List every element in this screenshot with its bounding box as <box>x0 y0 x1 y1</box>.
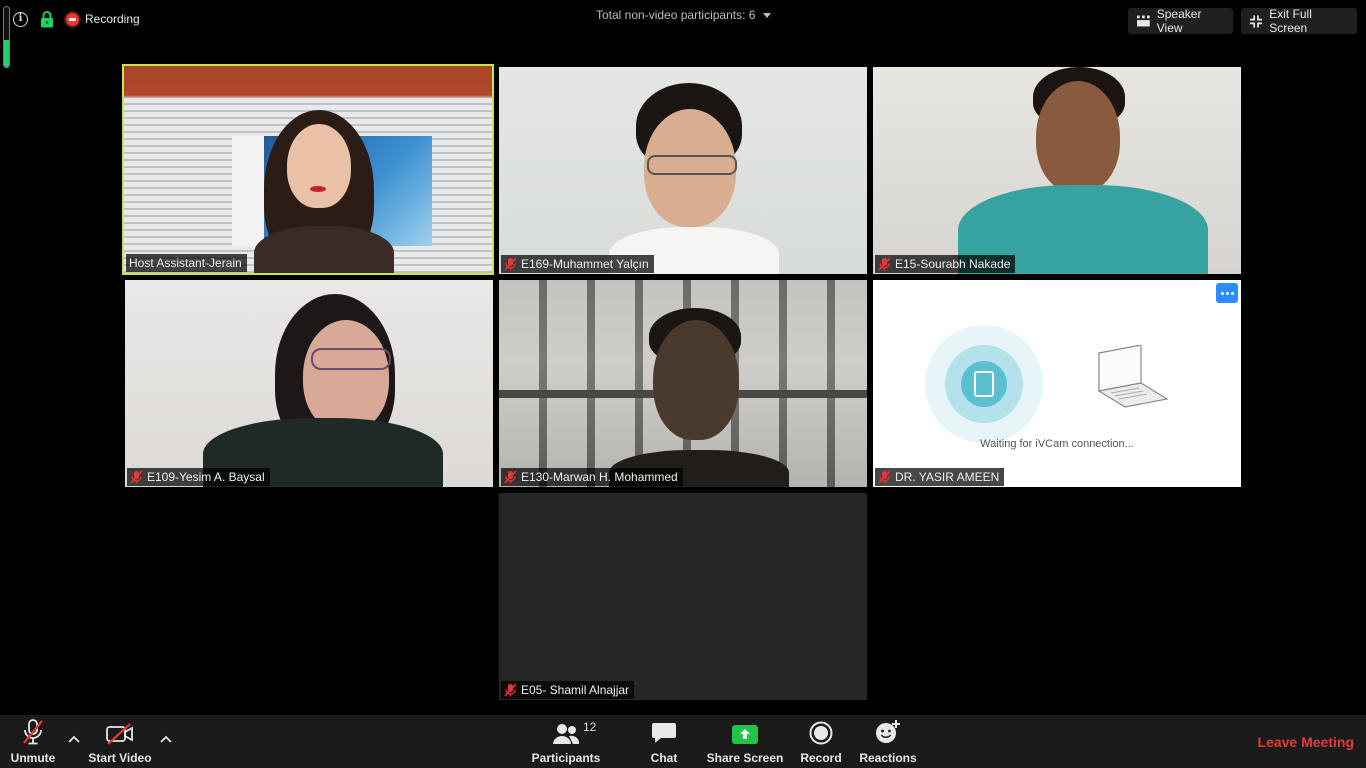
audio-options-chevron-up-icon[interactable] <box>65 731 83 749</box>
unmute-button[interactable]: Unmute <box>8 715 58 768</box>
audio-level-meter <box>3 6 10 68</box>
participant-name-tag: E169-Muhammet Yalçın <box>501 255 654 273</box>
video-tile[interactable]: E05- Shamil Alnajjar <box>499 493 867 700</box>
recording-label: Recording <box>85 12 140 26</box>
video-tile[interactable]: E169-Muhammet Yalçın <box>499 67 867 274</box>
participant-name-tag: Host Assistant-Jerain <box>126 254 247 272</box>
video-feed <box>125 280 493 487</box>
more-options-button[interactable] <box>1216 283 1238 303</box>
participant-name: Host Assistant-Jerain <box>129 256 242 270</box>
microphone-muted-icon <box>504 683 517 697</box>
video-feed <box>499 67 867 274</box>
exit-fullscreen-button[interactable]: Exit Full Screen <box>1241 7 1357 35</box>
reactions-label: Reactions <box>859 751 917 765</box>
chat-icon <box>651 715 677 747</box>
participants-count: 12 <box>583 720 597 734</box>
speaker-view-label: Speaker View <box>1156 7 1202 35</box>
participant-name-tag: E05- Shamil Alnajjar <box>501 681 635 699</box>
participant-name: E169-Muhammet Yalçın <box>521 257 649 271</box>
video-tile[interactable]: E15-Sourabh Nakade <box>873 67 1241 274</box>
reactions-icon <box>875 715 901 747</box>
audio-level-fill <box>4 40 9 67</box>
participant-name: E05- Shamil Alnajjar <box>521 683 630 697</box>
share-screen-icon <box>731 715 759 747</box>
microphone-muted-icon <box>22 715 44 747</box>
exit-fullscreen-icon <box>1250 14 1263 28</box>
participant-name-tag: E109-Yesim A. Baysal <box>127 468 270 486</box>
participant-name: E130-Marwan H. Mohammed <box>521 470 678 484</box>
chat-label: Chat <box>650 751 678 765</box>
microphone-muted-icon <box>878 257 891 271</box>
video-tile[interactable]: E109-Yesim A. Baysal <box>125 280 493 487</box>
phone-icon <box>974 371 994 397</box>
video-options-chevron-up-icon[interactable] <box>157 731 175 749</box>
meeting-toolbar: Unmute Start Video Participants 12 Chat … <box>0 715 1366 768</box>
leave-meeting-button[interactable]: Leave Meeting <box>1258 734 1354 750</box>
ivcam-waiting-text: Waiting for iVCam connection... <box>980 438 1134 450</box>
recording-icon <box>66 13 79 26</box>
start-video-button[interactable]: Start Video <box>88 715 152 768</box>
start-video-label: Start Video <box>88 751 152 765</box>
ivcam-waiting-screen: Waiting for iVCam connection... <box>873 280 1241 487</box>
participant-name-tag: E130-Marwan H. Mohammed <box>501 468 683 486</box>
video-feed <box>499 280 867 487</box>
exit-fullscreen-label: Exit Full Screen <box>1269 7 1312 35</box>
participant-name: E109-Yesim A. Baysal <box>147 470 265 484</box>
video-muted-icon <box>106 715 134 747</box>
share-screen-label: Share Screen <box>706 751 784 765</box>
video-feed <box>873 67 1241 274</box>
video-tile[interactable]: E130-Marwan H. Mohammed <box>499 280 867 487</box>
microphone-muted-icon <box>504 470 517 484</box>
participant-name: E15-Sourabh Nakade <box>895 257 1011 271</box>
microphone-muted-icon <box>878 470 891 484</box>
laptop-icon <box>1097 345 1169 408</box>
chevron-down-icon <box>763 12 772 18</box>
reactions-button[interactable]: Reactions <box>859 715 917 768</box>
participant-name-tag: DR. YASIR AMEEN <box>875 468 1005 486</box>
participants-icon <box>552 715 580 747</box>
nonvideo-participants-toggle[interactable]: Total non-video participants: 6 <box>596 8 772 22</box>
nonvideo-participants-label: Total non-video participants: 6 <box>596 8 756 22</box>
record-icon <box>809 715 833 747</box>
top-bar: i Recording Total non-video participants… <box>0 0 1366 68</box>
video-tile[interactable]: Host Assistant-Jerain <box>122 64 494 275</box>
unmute-label: Unmute <box>10 751 56 765</box>
lock-icon[interactable] <box>40 11 54 28</box>
record-button[interactable]: Record <box>800 715 842 768</box>
share-screen-button[interactable]: Share Screen <box>707 715 783 768</box>
participant-name-tag: E15-Sourabh Nakade <box>875 255 1016 273</box>
microphone-muted-icon <box>504 257 517 271</box>
participant-name: DR. YASIR AMEEN <box>895 470 1000 484</box>
record-label: Record <box>800 751 842 765</box>
speaker-view-button[interactable]: Speaker View <box>1128 7 1233 35</box>
speaker-view-icon <box>1137 15 1150 27</box>
video-tile[interactable]: Waiting for iVCam connection... DR. YASI… <box>873 280 1241 487</box>
microphone-muted-icon <box>130 470 143 484</box>
video-feed <box>124 66 492 273</box>
chat-button[interactable]: Chat <box>643 715 685 768</box>
info-icon[interactable]: i <box>13 12 28 27</box>
participants-label: Participants <box>531 751 601 765</box>
